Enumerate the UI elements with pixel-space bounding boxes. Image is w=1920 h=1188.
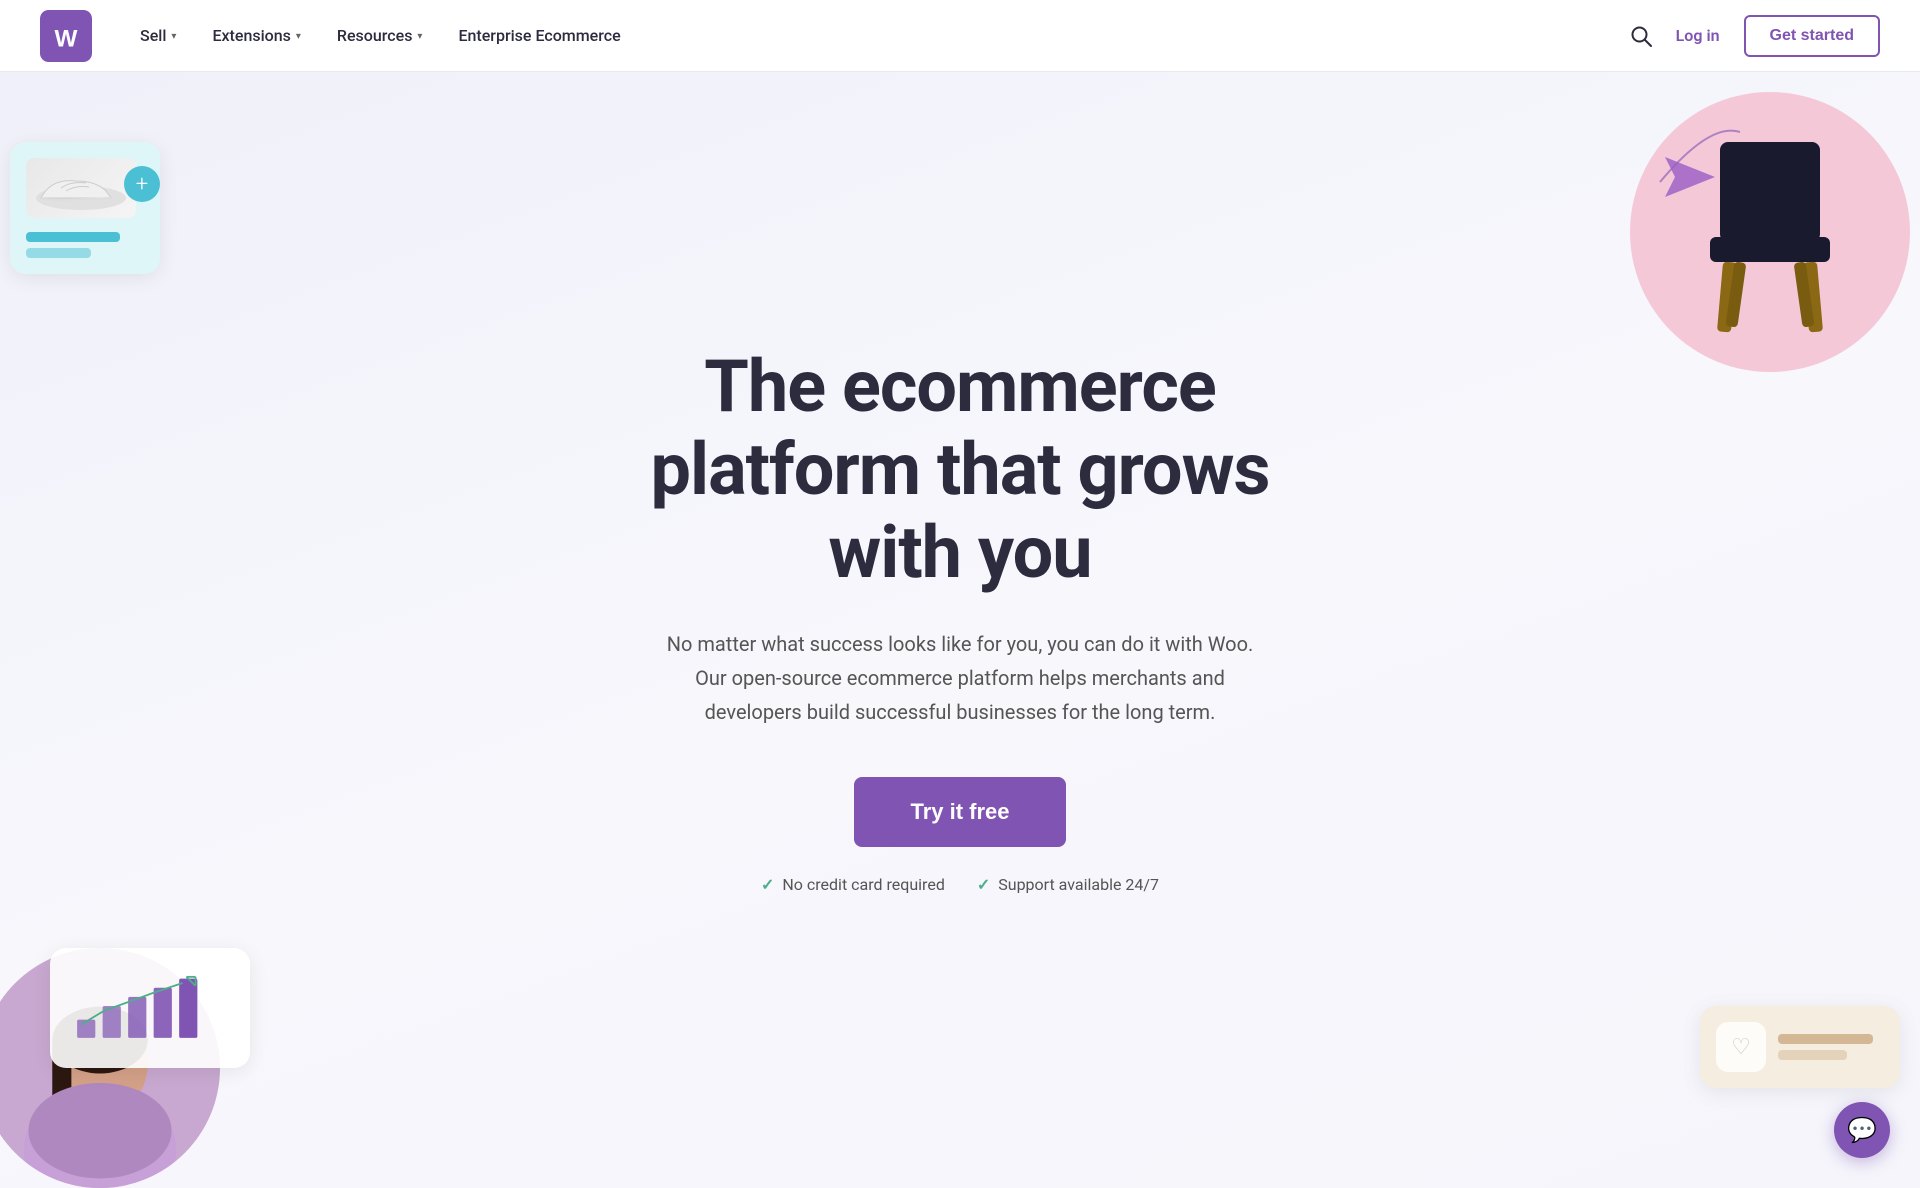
hero-content: The ecommerce platform that grows with y… <box>620 346 1300 893</box>
product-card-decoration: + <box>10 142 160 274</box>
chair-icon <box>1690 122 1850 342</box>
send-arrow-icon <box>1660 152 1720 202</box>
card-bar-2 <box>26 248 91 258</box>
get-started-button[interactable]: Get started <box>1744 15 1880 57</box>
search-icon <box>1630 25 1652 47</box>
no-credit-card-badge: ✓ No credit card required <box>761 875 945 894</box>
person-circle-decoration <box>0 948 220 1188</box>
check-icon: ✓ <box>761 875 774 894</box>
chevron-down-icon: ▾ <box>296 31 301 42</box>
bar-chart-icon <box>68 966 232 1046</box>
pink-circle-decoration <box>1630 92 1910 372</box>
login-link[interactable]: Log in <box>1676 26 1720 45</box>
plus-icon: + <box>124 166 160 202</box>
shoe-icon <box>31 163 131 213</box>
logo[interactable]: W <box>40 10 92 62</box>
chevron-down-icon: ▾ <box>171 31 176 42</box>
like-card-decoration: ♡ <box>1700 1006 1900 1088</box>
chat-button[interactable]: 💬 <box>1834 1102 1890 1158</box>
like-bar-1 <box>1778 1034 1873 1044</box>
nav-extensions[interactable]: Extensions ▾ <box>212 26 300 45</box>
deco-left: + <box>0 112 340 1188</box>
nav-enterprise[interactable]: Enterprise Ecommerce <box>458 26 620 45</box>
arc-decoration <box>1650 112 1750 192</box>
hero-subtitle: No matter what success looks like for yo… <box>650 627 1270 729</box>
nav-links: Sell ▾ Extensions ▾ Resources ▾ Enterpri… <box>140 26 1630 45</box>
analytics-card-decoration <box>50 948 250 1068</box>
search-button[interactable] <box>1630 25 1652 47</box>
nav-resources[interactable]: Resources ▾ <box>337 26 423 45</box>
nav-actions: Log in Get started <box>1630 15 1880 57</box>
chevron-down-icon: ▾ <box>417 31 422 42</box>
like-product-info <box>1778 1034 1884 1060</box>
svg-text:W: W <box>55 25 78 52</box>
shoe-decoration <box>26 158 136 218</box>
like-bar-2 <box>1778 1050 1847 1060</box>
person-silhouette-icon <box>0 978 200 1188</box>
support-badge: ✓ Support available 24/7 <box>977 875 1159 894</box>
try-it-free-button[interactable]: Try it free <box>854 777 1065 847</box>
hero-title: The ecommerce platform that grows with y… <box>620 346 1300 594</box>
deco-right: ♡ <box>1600 72 1920 1188</box>
woo-logo: W <box>40 10 92 62</box>
hero-section: + <box>0 72 1920 1188</box>
navbar: W Sell ▾ Extensions ▾ Resources ▾ Enterp… <box>0 0 1920 72</box>
card-bar-1 <box>26 232 120 242</box>
heart-icon: ♡ <box>1716 1022 1766 1072</box>
hero-badges: ✓ No credit card required ✓ Support avai… <box>620 875 1300 894</box>
nav-sell[interactable]: Sell ▾ <box>140 26 176 45</box>
check-icon: ✓ <box>977 875 990 894</box>
chat-icon: 💬 <box>1847 1116 1877 1144</box>
